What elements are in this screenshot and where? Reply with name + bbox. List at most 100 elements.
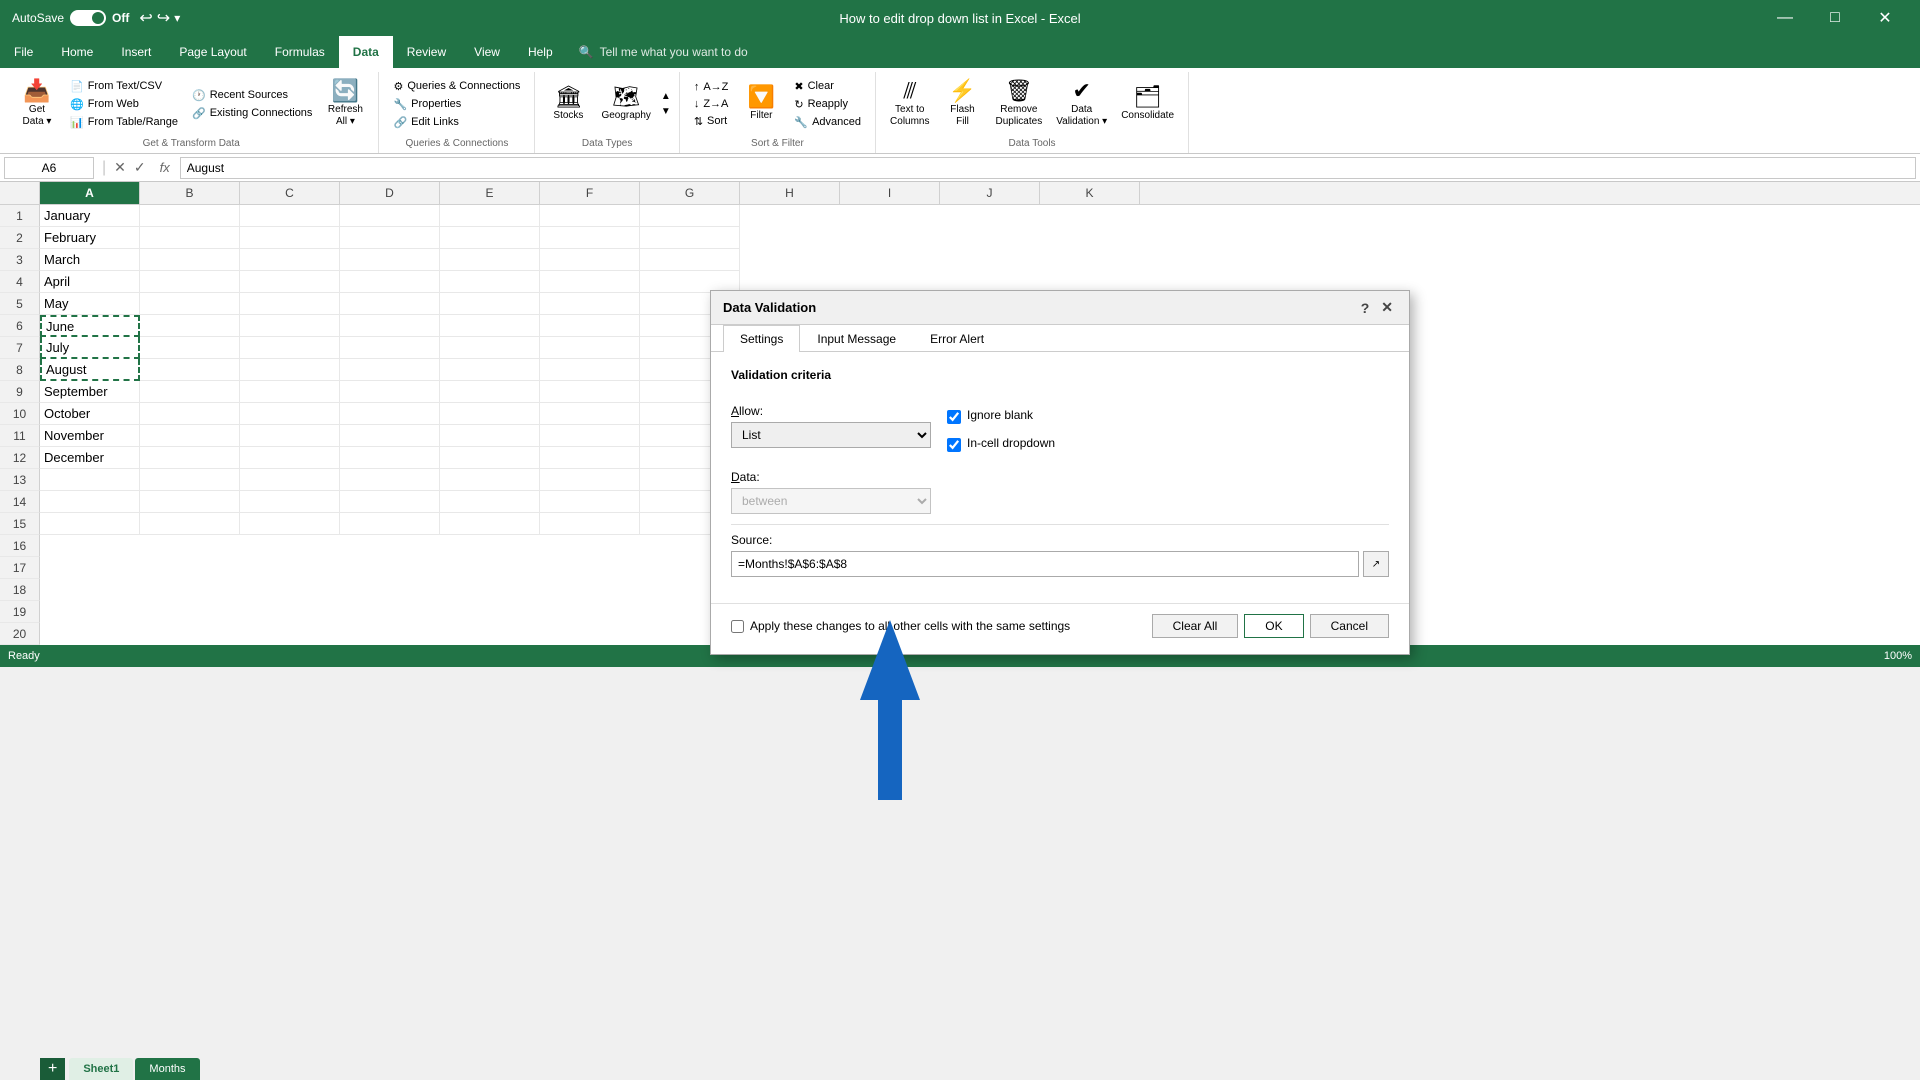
cell-B10[interactable] [140,403,240,425]
cell-E9[interactable] [440,381,540,403]
cell-C11[interactable] [240,425,340,447]
row-header-8[interactable]: 8 [0,359,40,381]
row-header-18[interactable]: 18 [0,579,40,601]
col-header-I[interactable]: I [840,182,940,204]
new-sheet-button[interactable]: + [40,1058,65,1080]
row-header-10[interactable]: 10 [0,403,40,425]
stocks-button[interactable]: 🏛 Stocks [543,84,593,124]
cell-A6[interactable]: June [40,315,140,337]
allow-select[interactable]: List Any value Whole number Decimal Date… [731,422,931,448]
cell-A9[interactable]: September [40,381,140,403]
cell-F10[interactable] [540,403,640,425]
col-header-C[interactable]: C [240,182,340,204]
cell-G2[interactable] [640,227,740,249]
cell-C13[interactable] [240,469,340,491]
source-input[interactable] [731,551,1359,577]
row-header-20[interactable]: 20 [0,623,40,645]
col-header-J[interactable]: J [940,182,1040,204]
cell-B15[interactable] [140,513,240,535]
cell-E13[interactable] [440,469,540,491]
tab-sheet1[interactable]: Sheet1 [69,1058,133,1080]
cell-D14[interactable] [340,491,440,513]
cell-B2[interactable] [140,227,240,249]
cell-A12[interactable]: December [40,447,140,469]
cell-D1[interactable] [340,205,440,227]
cell-E5[interactable] [440,293,540,315]
tab-data[interactable]: Data [339,36,393,68]
cell-E14[interactable] [440,491,540,513]
tab-file[interactable]: File [0,36,47,68]
sort-desc-button[interactable]: ↓ Z→A [688,96,735,112]
data-validation-dialog[interactable]: Data Validation ? ✕ Settings Input Messa… [710,290,1410,655]
cell-B6[interactable] [140,315,240,337]
refresh-all-button[interactable]: 🔄 RefreshAll ▾ [320,78,370,130]
minimize-button[interactable]: — [1762,0,1808,36]
data-validation-button[interactable]: ✔ DataValidation ▾ [1050,78,1113,130]
cell-D8[interactable] [340,359,440,381]
dialog-tab-error-alert[interactable]: Error Alert [913,325,1001,352]
cell-E7[interactable] [440,337,540,359]
cell-F1[interactable] [540,205,640,227]
zoom-control[interactable]: 100% [1884,650,1912,662]
col-header-H[interactable]: H [740,182,840,204]
cell-E3[interactable] [440,249,540,271]
cell-F3[interactable] [540,249,640,271]
cell-E1[interactable] [440,205,540,227]
row-header-19[interactable]: 19 [0,601,40,623]
edit-links-button[interactable]: 🔗 Edit Links [387,114,526,131]
cell-B13[interactable] [140,469,240,491]
cell-A13[interactable] [40,469,140,491]
cell-D11[interactable] [340,425,440,447]
cell-D13[interactable] [340,469,440,491]
properties-button[interactable]: 🔧 Properties [387,96,526,113]
cell-F15[interactable] [540,513,640,535]
row-header-15[interactable]: 15 [0,513,40,535]
cell-C5[interactable] [240,293,340,315]
in-cell-dropdown-checkbox[interactable] [947,438,961,452]
recent-sources-button[interactable]: 🕐 Recent Sources [186,87,318,104]
cell-E8[interactable] [440,359,540,381]
cell-C10[interactable] [240,403,340,425]
advanced-button[interactable]: 🔧 Advanced [788,114,867,131]
cell-C14[interactable] [240,491,340,513]
cell-G3[interactable] [640,249,740,271]
cell-D3[interactable] [340,249,440,271]
cell-A4[interactable]: April [40,271,140,293]
autosave-toggle[interactable] [70,10,106,26]
cell-B5[interactable] [140,293,240,315]
cell-F2[interactable] [540,227,640,249]
cell-B7[interactable] [140,337,240,359]
cell-D4[interactable] [340,271,440,293]
tab-insert[interactable]: Insert [107,36,165,68]
cell-D9[interactable] [340,381,440,403]
tab-help[interactable]: Help [514,36,567,68]
tab-review[interactable]: Review [393,36,460,68]
cell-C4[interactable] [240,271,340,293]
queries-connections-button[interactable]: ⚙ Queries & Connections [387,78,526,95]
text-to-columns-button[interactable]: ⫻ Text toColumns [884,78,935,130]
cell-E6[interactable] [440,315,540,337]
col-header-F[interactable]: F [540,182,640,204]
cancel-button[interactable]: Cancel [1310,614,1389,638]
cell-F7[interactable] [540,337,640,359]
remove-duplicates-button[interactable]: 🗑 RemoveDuplicates [990,78,1049,130]
data-types-scroll-up[interactable]: ▲ [661,89,671,104]
cell-B11[interactable] [140,425,240,447]
cell-A14[interactable] [40,491,140,513]
cell-F6[interactable] [540,315,640,337]
flash-fill-button[interactable]: ⚡ FlashFill [938,78,988,130]
close-button[interactable]: ✕ [1862,0,1908,36]
autosave-control[interactable]: AutoSave Off [12,10,129,26]
undo-icon[interactable]: ↩ [139,8,152,28]
dialog-tab-input-message[interactable]: Input Message [800,325,913,352]
cell-D5[interactable] [340,293,440,315]
cell-C3[interactable] [240,249,340,271]
cell-D10[interactable] [340,403,440,425]
cell-A15[interactable] [40,513,140,535]
cell-C9[interactable] [240,381,340,403]
row-header-6[interactable]: 6 [0,315,40,337]
row-header-17[interactable]: 17 [0,557,40,579]
row-header-4[interactable]: 4 [0,271,40,293]
cell-B14[interactable] [140,491,240,513]
cell-A3[interactable]: March [40,249,140,271]
